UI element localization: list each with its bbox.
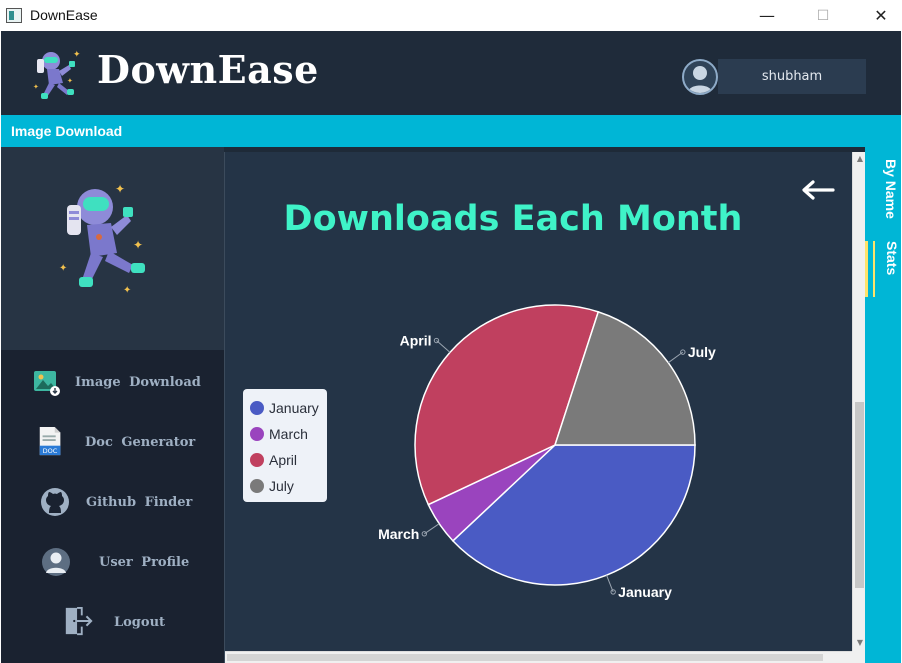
close-button[interactable]: ✕ bbox=[858, 0, 902, 31]
sidebar-item-label: Image Download bbox=[75, 374, 201, 390]
sidebar-item-doc-generator[interactable]: DOC Doc Generator bbox=[1, 417, 224, 467]
sidebar-hero: ✦ ✦ ✦ ✦ bbox=[1, 147, 224, 350]
chart-legend: January March April July bbox=[243, 389, 327, 502]
scroll-down-arrow-icon[interactable]: ▼ bbox=[855, 638, 865, 648]
sidebar-item-image-download[interactable]: Image Download bbox=[1, 357, 224, 407]
window-titlebar: DownEase — ☐ ✕ bbox=[0, 0, 902, 31]
window-title: DownEase bbox=[30, 7, 98, 23]
legend-label: April bbox=[269, 452, 298, 468]
username-field[interactable]: shubham bbox=[718, 59, 866, 94]
user-avatar-icon[interactable] bbox=[682, 59, 718, 95]
horizontal-scroll-thumb[interactable] bbox=[227, 654, 823, 661]
logout-icon bbox=[65, 606, 93, 636]
vertical-scrollbar[interactable]: ▲ ▼ bbox=[852, 152, 866, 651]
sidebar-item-label: Github Finder bbox=[86, 494, 193, 510]
brand-title: DownEase bbox=[97, 47, 319, 92]
doc-icon: DOC bbox=[39, 426, 61, 455]
astronaut-logo-icon: ✦ ✦ ✦ bbox=[33, 50, 81, 99]
main-content: Downloads Each Month January March April Ju… bbox=[224, 152, 866, 663]
legend-item: April bbox=[250, 447, 327, 473]
app-window: ✦ ✦ ✦ DownEase shubham Image Download ✦ … bbox=[1, 31, 901, 663]
svg-text:✦: ✦ bbox=[33, 83, 39, 91]
horizontal-scrollbar[interactable] bbox=[225, 651, 852, 663]
right-tab-panel: By Name Stats bbox=[865, 147, 901, 663]
legend-swatch bbox=[250, 401, 264, 415]
section-bar: Image Download bbox=[1, 115, 901, 147]
sidebar-item-github-finder[interactable]: Github Finder bbox=[1, 477, 224, 527]
legend-item: March bbox=[250, 421, 327, 447]
legend-label: January bbox=[269, 400, 319, 416]
sidebar: ✦ ✦ ✦ ✦ Image Download DOC Doc Generator… bbox=[1, 147, 224, 663]
minimize-button[interactable]: — bbox=[744, 0, 790, 31]
active-tab-indicator bbox=[865, 241, 868, 297]
image-download-icon bbox=[34, 371, 60, 396]
maximize-button[interactable]: ☐ bbox=[800, 0, 846, 31]
scroll-up-arrow-icon[interactable]: ▲ bbox=[855, 154, 865, 164]
svg-text:✦: ✦ bbox=[123, 285, 131, 296]
svg-text:✦: ✦ bbox=[133, 238, 143, 252]
sidebar-item-logout[interactable]: Logout bbox=[1, 597, 224, 647]
vertical-scroll-thumb[interactable] bbox=[855, 402, 864, 588]
pie-label-april: April bbox=[400, 333, 432, 349]
legend-label: July bbox=[269, 478, 294, 494]
section-title: Image Download bbox=[11, 123, 123, 139]
sidebar-item-label: Doc Generator bbox=[85, 434, 196, 450]
legend-item: January bbox=[250, 395, 327, 421]
legend-label: March bbox=[269, 426, 308, 442]
legend-swatch bbox=[250, 427, 264, 441]
svg-text:✦: ✦ bbox=[59, 263, 67, 274]
sidebar-item-label: User Profile bbox=[99, 554, 190, 570]
legend-item: July bbox=[250, 473, 327, 499]
app-header: ✦ ✦ ✦ DownEase shubham bbox=[1, 31, 901, 115]
pie-label-march: March bbox=[378, 526, 419, 542]
tab-by-name[interactable]: By Name bbox=[873, 159, 902, 233]
pie-label-january: January bbox=[618, 584, 672, 600]
legend-swatch bbox=[250, 453, 264, 467]
scroll-corner bbox=[852, 651, 866, 663]
label-leader-line bbox=[606, 574, 614, 593]
app-icon bbox=[6, 8, 22, 23]
user-icon bbox=[42, 548, 70, 576]
astronaut-illustration-icon: ✦ ✦ ✦ ✦ bbox=[59, 182, 145, 296]
github-icon bbox=[41, 488, 69, 516]
svg-text:✦: ✦ bbox=[67, 77, 73, 85]
pie-label-july: July bbox=[688, 344, 716, 360]
label-leader-line bbox=[436, 340, 451, 353]
tab-stats[interactable]: Stats bbox=[873, 241, 902, 297]
svg-text:✦: ✦ bbox=[115, 182, 125, 196]
sidebar-item-label: Logout bbox=[114, 614, 166, 630]
sidebar-item-user-profile[interactable]: User Profile bbox=[1, 537, 224, 587]
legend-swatch bbox=[250, 479, 264, 493]
svg-text:DOC: DOC bbox=[43, 447, 58, 455]
label-leader-line bbox=[424, 523, 440, 535]
svg-text:✦: ✦ bbox=[73, 50, 81, 60]
